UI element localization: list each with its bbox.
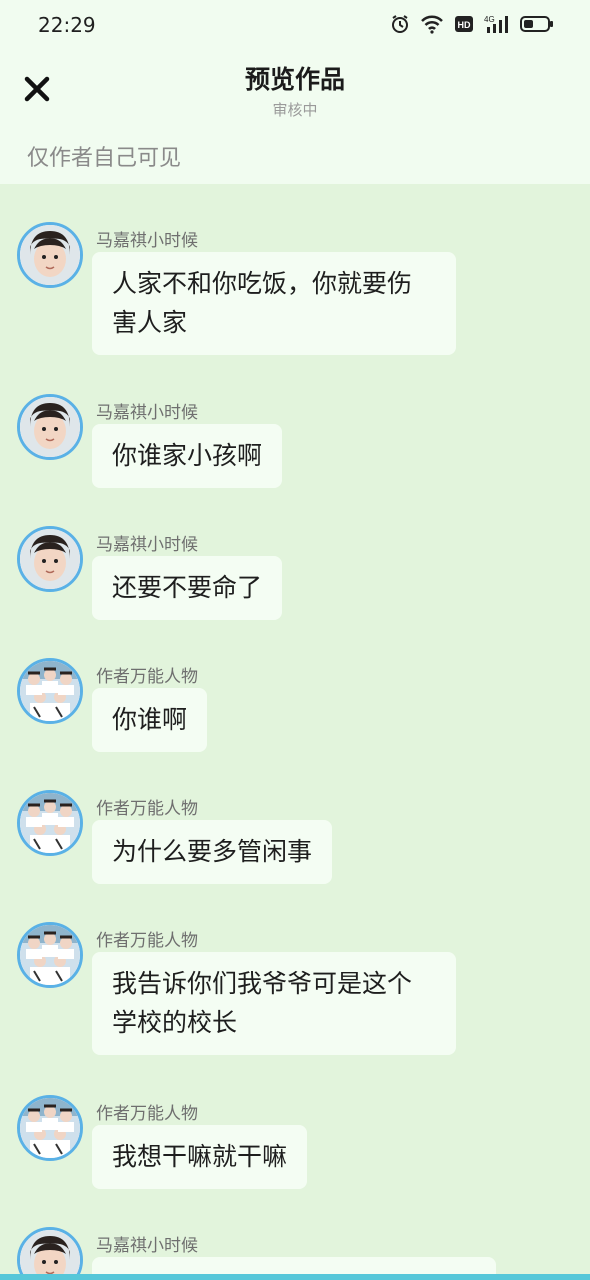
wifi-icon xyxy=(420,14,444,38)
status-icons: HD 4G xyxy=(390,14,554,38)
group-avatar[interactable] xyxy=(17,922,83,988)
sender-name: 作者万能人物 xyxy=(96,667,198,687)
message-bubble[interactable]: 我告诉你们我爷爷可是这个学校的校长 xyxy=(92,952,456,1055)
sender-name: 马嘉祺小时候 xyxy=(96,1236,198,1256)
child-avatar[interactable] xyxy=(17,222,83,288)
chat-list[interactable]: 马嘉祺小时候 人家不和你吃饭，你就要伤害人家 马嘉祺小时候 你谁家小孩啊 马嘉祺… xyxy=(0,184,590,1280)
sender-name: 马嘉祺小时候 xyxy=(96,403,198,423)
bottom-strip xyxy=(0,1274,590,1280)
svg-text:HD: HD xyxy=(458,20,471,30)
sender-name: 作者万能人物 xyxy=(96,1104,198,1124)
message-bubble[interactable]: 为什么要多管闲事 xyxy=(92,820,333,884)
message-bubble[interactable]: 还要不要命了 xyxy=(92,556,283,620)
signal-4g-icon: 4G xyxy=(484,14,510,38)
status-time: 22:29 xyxy=(38,13,96,37)
child-avatar[interactable] xyxy=(17,526,83,592)
group-avatar[interactable] xyxy=(17,658,83,724)
message-bubble[interactable]: 你谁家小孩啊 xyxy=(92,424,283,488)
battery-icon xyxy=(520,14,554,38)
child-avatar[interactable] xyxy=(17,394,83,460)
hd-icon: HD xyxy=(454,14,474,38)
sender-name: 作者万能人物 xyxy=(96,931,198,951)
group-avatar[interactable] xyxy=(17,790,83,856)
visibility-note: 仅作者自己可见 xyxy=(27,146,182,171)
group-avatar[interactable] xyxy=(17,1095,83,1161)
review-status: 审核中 xyxy=(272,101,318,119)
page-title: 预览作品 xyxy=(244,65,345,94)
sender-name: 作者万能人物 xyxy=(96,799,198,819)
sender-name: 马嘉祺小时候 xyxy=(96,535,198,555)
top-bar: 22:29 HD 4G 预览作品 审核中 仅作者自己可见 xyxy=(0,0,590,184)
svg-text:4G: 4G xyxy=(484,15,495,24)
child-avatar[interactable] xyxy=(17,1227,83,1280)
message-bubble[interactable]: 人家不和你吃饭，你就要伤害人家 xyxy=(92,252,456,355)
sender-name: 马嘉祺小时候 xyxy=(96,231,198,251)
alarm-icon xyxy=(390,14,410,38)
message-bubble[interactable]: 我想干嘛就干嘛 xyxy=(92,1125,308,1189)
message-bubble[interactable]: 你谁啊 xyxy=(92,688,208,752)
